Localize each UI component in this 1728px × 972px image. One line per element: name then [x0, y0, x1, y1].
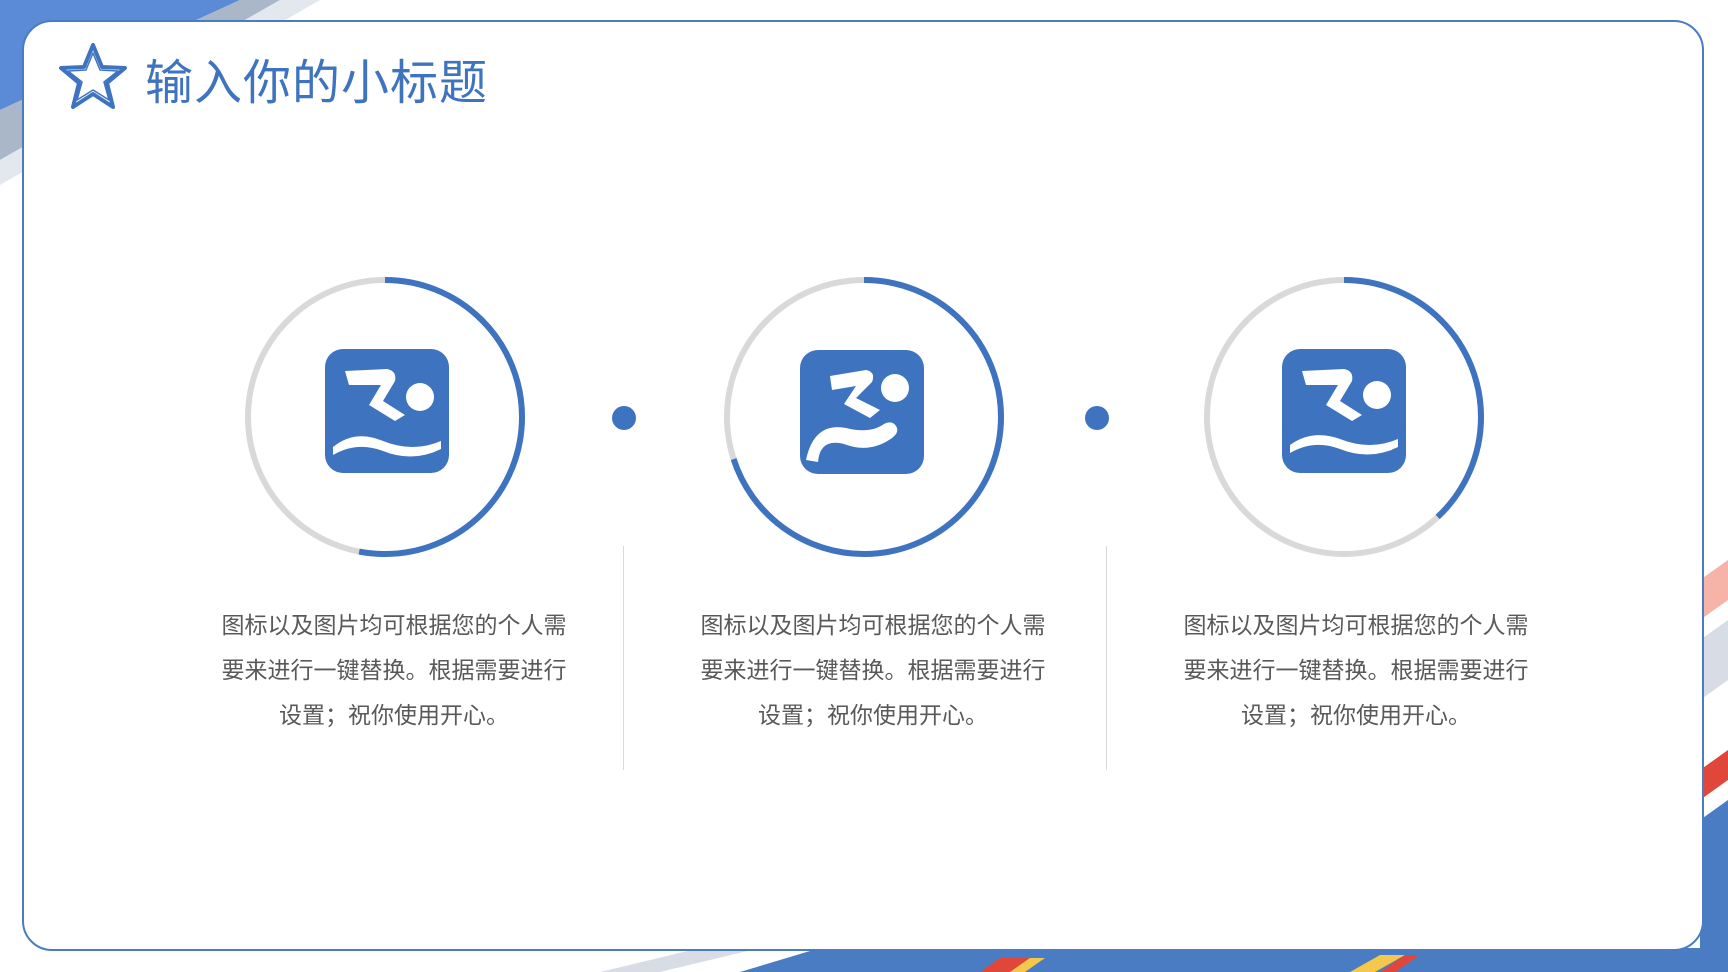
divider-line-1	[623, 546, 624, 770]
slide: 输入你的小标题 图标以及图片均可根据您的个人需 要来进行一键替换。根据需要进行 …	[0, 0, 1728, 972]
swimming-icon	[325, 349, 449, 473]
title-area: 输入你的小标题	[57, 38, 488, 118]
star-icon	[59, 43, 127, 109]
divider-line-2	[1106, 546, 1107, 770]
swimming-icon	[1282, 349, 1406, 473]
swimming-icon	[800, 350, 924, 474]
connector-dot-2	[1085, 406, 1109, 430]
connector-dot-1	[612, 406, 636, 430]
item-description-2: 图标以及图片均可根据您的个人需 要来进行一键替换。根据需要进行 设置；祝你使用开…	[700, 613, 1046, 729]
page-title: 输入你的小标题	[145, 55, 489, 111]
item-description-1: 图标以及图片均可根据您的个人需 要来进行一键替换。根据需要进行 设置；祝你使用开…	[221, 613, 567, 729]
item-description-3: 图标以及图片均可根据您的个人需 要来进行一键替换。根据需要进行 设置；祝你使用开…	[1183, 613, 1529, 729]
